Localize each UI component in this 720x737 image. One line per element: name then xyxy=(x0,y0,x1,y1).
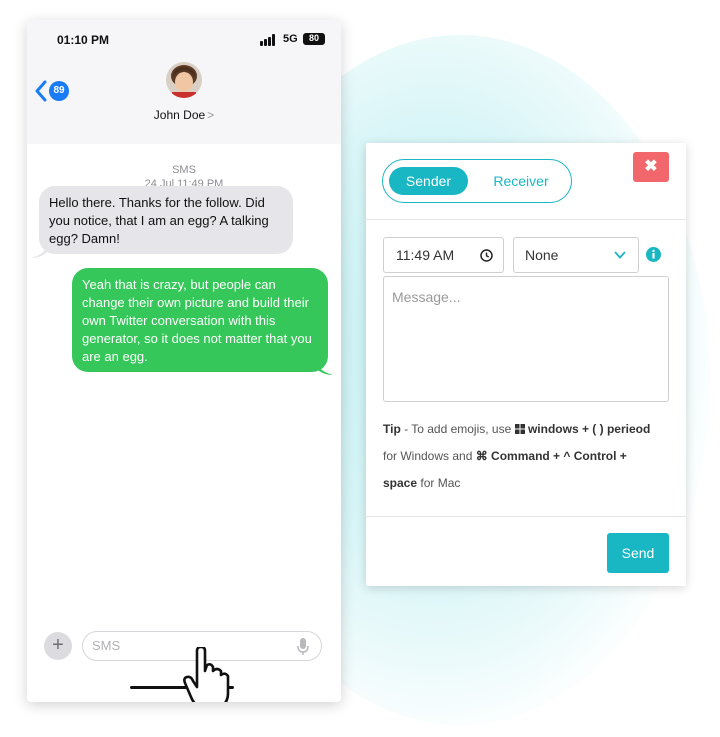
tip-line-2: for Windows and xyxy=(383,449,476,463)
info-icon[interactable] xyxy=(646,247,661,262)
tab-receiver[interactable]: Receiver xyxy=(479,167,563,195)
chevron-down-icon xyxy=(614,251,626,259)
close-button[interactable]: ✖ xyxy=(633,152,669,182)
windows-shortcut: windows + ( ) perieod xyxy=(527,422,651,436)
tip-line-1: - To add emojis, use xyxy=(400,422,515,436)
status-select[interactable]: None xyxy=(513,237,639,273)
tip-prefix: Tip xyxy=(383,422,401,436)
back-chevron-icon xyxy=(35,80,47,102)
windows-icon xyxy=(514,424,525,434)
mic-icon[interactable] xyxy=(297,638,309,656)
sender-receiver-toggle: Sender Receiver xyxy=(382,159,572,203)
time-value: 11:49 AM xyxy=(396,247,455,263)
network-label: 5G xyxy=(283,33,298,45)
conversation-header: 89 John Doe > xyxy=(27,60,341,144)
chevron-right-icon: > xyxy=(207,108,215,122)
unread-badge: 89 xyxy=(49,81,69,101)
clock-icon[interactable] xyxy=(480,249,493,262)
back-button[interactable]: 89 xyxy=(35,78,75,104)
service-label: SMS xyxy=(172,164,196,176)
message-textarea[interactable]: Message... xyxy=(383,276,669,402)
tip-line-3: for Mac xyxy=(417,476,461,490)
avatar[interactable] xyxy=(166,62,202,98)
hand-cursor-icon xyxy=(183,647,230,702)
status-time: 01:10 PM xyxy=(57,33,110,47)
status-bar: 01:10 PM 5G 80 xyxy=(27,20,341,60)
signal-icon xyxy=(260,34,276,46)
space-key: space xyxy=(383,476,418,490)
plus-button[interactable]: + xyxy=(44,632,72,660)
message-editor-dialog: Sender Receiver ✖ 11:49 AM None Message.… xyxy=(366,143,686,586)
send-button[interactable]: Send xyxy=(607,533,669,573)
message-bubble-received: Hello there. Thanks for the follow. Did … xyxy=(39,186,293,254)
battery-icon: 80 xyxy=(303,33,325,45)
contact-name[interactable]: John Doe > xyxy=(27,108,341,122)
time-input[interactable]: 11:49 AM xyxy=(383,237,504,273)
close-icon: ✖ xyxy=(644,158,658,175)
phone-preview: 01:10 PM 5G 80 89 John Doe > SMS 24 Jul … xyxy=(27,20,341,702)
mac-shortcut: ⌘ Command + ^ Control + xyxy=(475,449,627,463)
emoji-tip: Tip - To add emojis, use windows + ( ) p… xyxy=(383,416,683,497)
message-bubble-sent: Yeah that is crazy, but people can chang… xyxy=(72,268,328,372)
select-value: None xyxy=(525,247,559,263)
footer-divider xyxy=(366,516,686,517)
tab-sender[interactable]: Sender xyxy=(389,167,468,195)
header-divider xyxy=(366,219,686,220)
